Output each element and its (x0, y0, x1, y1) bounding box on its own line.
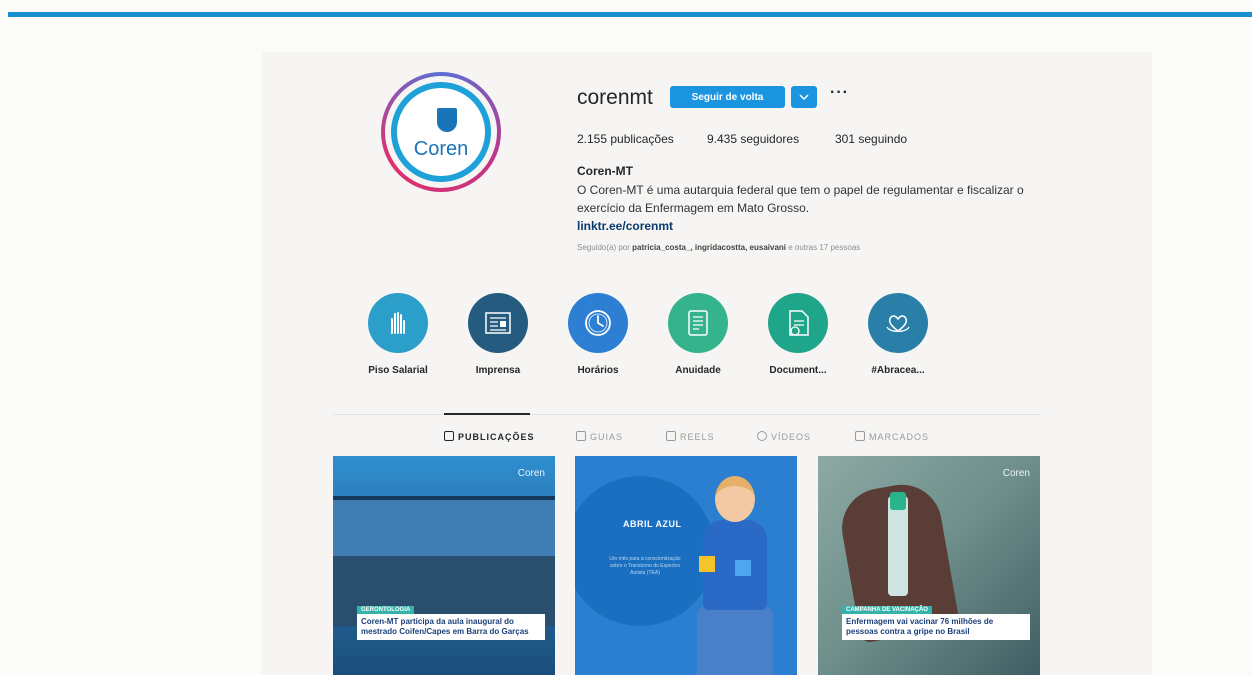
clock-icon (585, 310, 611, 336)
chevron-down-icon (799, 94, 809, 101)
building-image (333, 496, 555, 560)
coren-logo: Coren (391, 82, 491, 182)
invoice-icon (688, 310, 708, 336)
vaccine-vial (888, 496, 908, 596)
profile-link[interactable]: linktr.ee/corenmt (577, 219, 673, 233)
post-logo: Coren (1002, 468, 1030, 479)
post-caption-box: Enfermagem vai vacinar 76 milhões de pes… (842, 614, 1030, 640)
profile-full-name: Coren-MT (577, 164, 633, 178)
tab-publicacoes[interactable]: PUBLICAÇÕES (444, 431, 535, 442)
follow-back-button[interactable]: Seguir de volta (670, 86, 785, 108)
following-count[interactable]: 301 seguindo (835, 132, 907, 146)
more-options-icon[interactable]: ··· (830, 85, 852, 106)
top-accent-bar (8, 12, 1252, 17)
post-title: ABRIL AZUL (623, 519, 682, 529)
heart-hands-icon (886, 315, 910, 333)
post-caption-box: Coren-MT participa da aula inaugural do … (357, 614, 545, 640)
profile-username: corenmt (577, 86, 653, 109)
followed-by-text[interactable]: Seguido(a) por patricia_costa_, ingridac… (577, 243, 860, 252)
news-icon (485, 312, 511, 334)
guide-icon (576, 431, 586, 441)
decorative-circle (575, 476, 715, 626)
followers-count[interactable]: 9.435 seguidores (707, 132, 799, 146)
suggested-accounts-button[interactable] (791, 86, 817, 108)
post-thumbnail-2[interactable]: ABRIL AZUL Um mês para a conscientização… (575, 456, 797, 675)
highlight-piso-salarial[interactable]: Piso Salarial (348, 293, 448, 376)
active-tab-indicator (444, 413, 530, 415)
post-tag: CAMPANHA DE VACINAÇÃO (842, 606, 932, 614)
tagged-icon (855, 431, 865, 441)
tab-guias[interactable]: GUIAS (576, 431, 623, 442)
child-photo (695, 476, 775, 675)
highlight-documentos[interactable]: Document... (748, 293, 848, 376)
profile-avatar[interactable]: Coren (381, 72, 501, 192)
tabs-divider (333, 414, 1041, 415)
tab-marcados[interactable]: MARCADOS (855, 431, 929, 442)
avatar-logo-text: Coren (413, 138, 469, 160)
post-thumbnail-1[interactable]: Coren GERONTOLOGIA Coren-MT participa da… (333, 456, 555, 675)
document-icon (789, 310, 809, 336)
reels-icon (666, 431, 676, 441)
video-icon (757, 431, 767, 441)
profile-bio: O Coren-MT é uma autarquia federal que t… (577, 183, 1024, 215)
puzzle-piece-icon (699, 556, 715, 572)
posts-count: 2.155 publicações (577, 132, 674, 146)
hand-icon (391, 312, 405, 334)
highlight-horarios[interactable]: Horários (548, 293, 648, 376)
highlight-anuidade[interactable]: Anuidade (648, 293, 748, 376)
post-tag: GERONTOLOGIA (357, 606, 415, 614)
tab-videos[interactable]: VÍDEOS (757, 431, 811, 442)
post-caption: Enfermagem vai vacinar 76 milhões de pes… (846, 617, 994, 636)
followed-by-names: patricia_costa_, ingridacostta, eusaivan… (632, 243, 786, 252)
post-subtitle: Um mês para a conscientização sobre o Tr… (609, 556, 681, 576)
highlight-imprensa[interactable]: Imprensa (448, 293, 548, 376)
tab-reels[interactable]: REELS (666, 431, 715, 442)
puzzle-piece-icon (735, 560, 751, 576)
shield-icon (437, 108, 457, 132)
grid-icon (444, 431, 454, 441)
highlight-abraceamt[interactable]: #Abracea... (848, 293, 948, 376)
post-caption: Coren-MT participa da aula inaugural do … (361, 617, 529, 636)
post-logo: Coren (517, 468, 545, 479)
post-thumbnail-3[interactable]: Coren CAMPANHA DE VACINAÇÃO Enfermagem v… (818, 456, 1040, 675)
